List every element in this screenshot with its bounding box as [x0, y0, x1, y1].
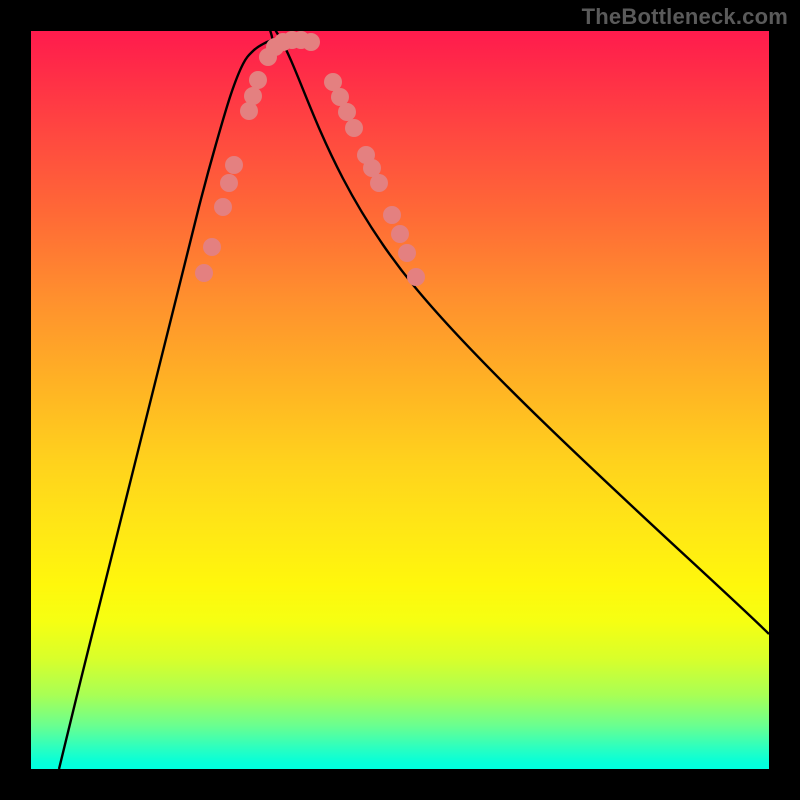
gpu-point	[391, 225, 409, 243]
gpu-point	[345, 119, 363, 137]
gpu-point	[398, 244, 416, 262]
gpu-point	[225, 156, 243, 174]
gpu-point	[407, 268, 425, 286]
gpu-point	[249, 71, 267, 89]
gpu-point	[370, 174, 388, 192]
gpu-point	[203, 238, 221, 256]
chart-canvas	[31, 31, 769, 769]
gpu-point	[383, 206, 401, 224]
watermark-text: TheBottleneck.com	[582, 4, 788, 30]
gpu-points-group	[195, 31, 425, 286]
gpu-point	[302, 33, 320, 51]
gpu-point	[244, 87, 262, 105]
gpu-point	[214, 198, 232, 216]
gpu-point	[220, 174, 238, 192]
gpu-point	[195, 264, 213, 282]
bottleneck-curve	[59, 31, 769, 769]
gpu-point	[338, 103, 356, 121]
